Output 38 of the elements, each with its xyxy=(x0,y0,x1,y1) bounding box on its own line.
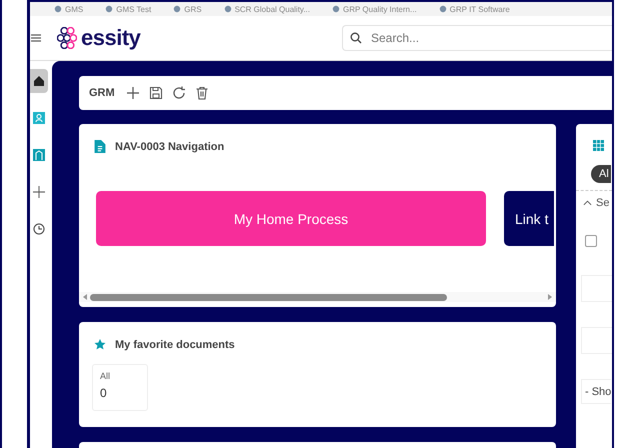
section-title: Se xyxy=(596,197,610,209)
menu-icon[interactable] xyxy=(31,33,41,43)
link-button[interactable]: My Home Process xyxy=(96,191,486,246)
grid-icon xyxy=(593,140,604,151)
card-title: My favorite documents xyxy=(115,338,235,350)
star-icon xyxy=(94,338,106,351)
counter-label: All xyxy=(100,371,112,381)
dashboard-label: GRM xyxy=(89,87,115,99)
person-icon xyxy=(33,112,45,124)
checkbox[interactable] xyxy=(585,235,597,247)
building-icon xyxy=(33,149,45,161)
search-icon xyxy=(350,32,362,44)
filter-chip[interactable]: Al xyxy=(591,165,611,183)
link-button[interactable]: Link t xyxy=(504,191,554,246)
home-icon xyxy=(33,75,45,87)
card-title: NAV-0003 Navigation xyxy=(115,140,224,152)
bookmark-link[interactable]: GRP IT Software xyxy=(438,4,510,14)
logo-text: essity xyxy=(81,25,140,51)
horizontal-scrollbar[interactable] xyxy=(79,292,556,302)
document-icon xyxy=(94,140,106,153)
bookmark-link[interactable]: GRS xyxy=(173,4,202,14)
clock-icon xyxy=(33,223,45,235)
add-icon[interactable] xyxy=(126,86,140,100)
trash-icon[interactable] xyxy=(194,86,209,100)
search-field[interactable]: Search... xyxy=(342,25,612,51)
caret-icon[interactable] xyxy=(583,200,592,206)
save-icon[interactable] xyxy=(148,86,163,100)
plus-icon xyxy=(33,186,45,198)
sidebar-item[interactable] xyxy=(30,69,48,93)
counter-value: 0 xyxy=(100,386,108,400)
logo-icon xyxy=(57,27,77,49)
bookmark-link[interactable]: GMS Test xyxy=(105,4,152,14)
dropdown[interactable]: - Sho xyxy=(581,379,611,404)
counter-tile[interactable]: All 0 xyxy=(92,364,148,411)
bookmark-link[interactable]: SCR Global Quality... xyxy=(224,4,310,14)
bookmark-link[interactable]: GRP Quality Intern... xyxy=(332,4,417,14)
refresh-icon[interactable] xyxy=(172,86,186,100)
bookmark-link[interactable]: GMS xyxy=(54,4,84,14)
